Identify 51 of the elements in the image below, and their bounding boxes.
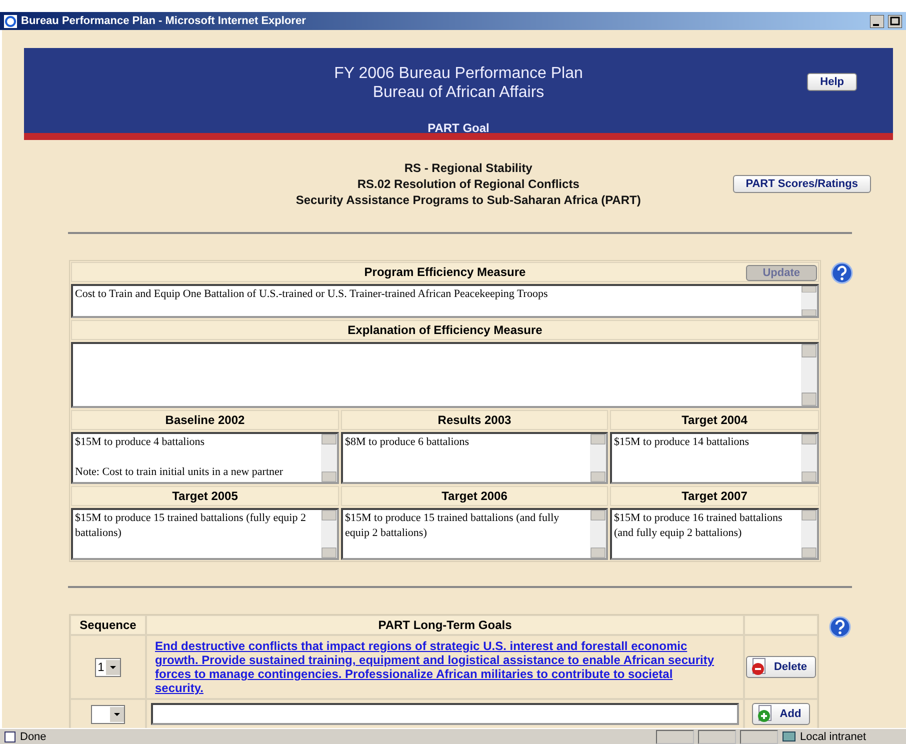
minimize-icon[interactable] bbox=[870, 14, 884, 28]
status-pane bbox=[740, 730, 778, 744]
maximize-icon[interactable] bbox=[888, 14, 902, 28]
scrollbar[interactable] bbox=[801, 286, 817, 316]
scrollbar[interactable] bbox=[801, 510, 817, 558]
column-header: Target 2006 bbox=[341, 486, 608, 506]
text-area[interactable] bbox=[71, 342, 819, 408]
goal-heading: RS - Regional Stability bbox=[404, 160, 532, 176]
sequence-dropdown[interactable]: 1 bbox=[94, 658, 122, 676]
column-header: Explanation of Efficiency Measure bbox=[71, 320, 819, 340]
column-header: Target 2005 bbox=[71, 486, 339, 506]
scrollbar[interactable] bbox=[321, 434, 337, 482]
text-area[interactable]: $15M to produce 15 trained battalions (fully equip 2 battalions) bbox=[71, 508, 339, 560]
scrollbar[interactable] bbox=[590, 510, 606, 558]
delete-button[interactable]: Delete bbox=[746, 656, 816, 678]
goal-heading: RS.02 Resolution of Regional Conflicts bbox=[357, 176, 580, 192]
header-label: Program Efficiency Measure bbox=[364, 265, 526, 279]
help-button[interactable]: Help bbox=[807, 73, 857, 91]
goal-input-field[interactable] bbox=[151, 703, 739, 725]
column-header: Target 2004 bbox=[610, 410, 819, 430]
status-pane bbox=[656, 730, 694, 744]
status-pane bbox=[698, 730, 736, 744]
scrollbar[interactable] bbox=[321, 510, 337, 558]
status-text: Done bbox=[20, 730, 48, 742]
column-header: PART Long-Term Goals bbox=[146, 615, 744, 635]
goal-heading: Security Assistance Programs to Sub-Saharan Africa (PART) bbox=[296, 192, 641, 208]
text-area[interactable]: $15M to produce 14 battalions bbox=[610, 432, 819, 484]
column-header: Baseline 2002 bbox=[71, 410, 339, 430]
text-area[interactable]: $15M to produce 15 trained battalions (and fully equip 2 battalions) bbox=[341, 508, 608, 560]
text-area[interactable]: $8M to produce 6 battalions bbox=[341, 432, 608, 484]
text-area[interactable]: Cost to Train and Equip One Battalion of U.S.-trained or U.S. Trainer-trained African Peacekeeping Troops bbox=[71, 284, 819, 318]
help-icon[interactable] bbox=[831, 262, 853, 284]
column-header: Target 2007 bbox=[610, 486, 819, 506]
scrollbar[interactable] bbox=[801, 344, 817, 406]
banner-title: Bureau of African Affairs bbox=[372, 83, 544, 102]
banner-title: FY 2006 Bureau Performance Plan bbox=[334, 64, 583, 83]
zone-text: Local intranet bbox=[800, 730, 867, 742]
text-area[interactable]: $15M to produce 16 trained battalions (and fully equip 2 battalions) bbox=[610, 508, 819, 560]
window-title: Bureau Performance Plan - Microsoft Internet Explorer bbox=[21, 15, 307, 27]
column-header: Sequence bbox=[70, 615, 146, 635]
banner-subtitle: PART Goal bbox=[428, 121, 490, 135]
scrollbar[interactable] bbox=[590, 434, 606, 482]
text-area[interactable]: $15M to produce 4 battalions Note: Cost to train initial units in a new partner bbox=[71, 432, 339, 484]
help-icon[interactable] bbox=[829, 616, 851, 638]
add-button[interactable]: Add bbox=[752, 703, 810, 725]
intranet-icon bbox=[782, 730, 796, 742]
column-header: Results 2003 bbox=[341, 410, 608, 430]
scrollbar[interactable] bbox=[801, 434, 817, 482]
part-scores-button[interactable]: PART Scores/Ratings bbox=[732, 175, 871, 193]
browser-icon bbox=[4, 14, 17, 28]
sequence-dropdown[interactable] bbox=[91, 704, 125, 724]
